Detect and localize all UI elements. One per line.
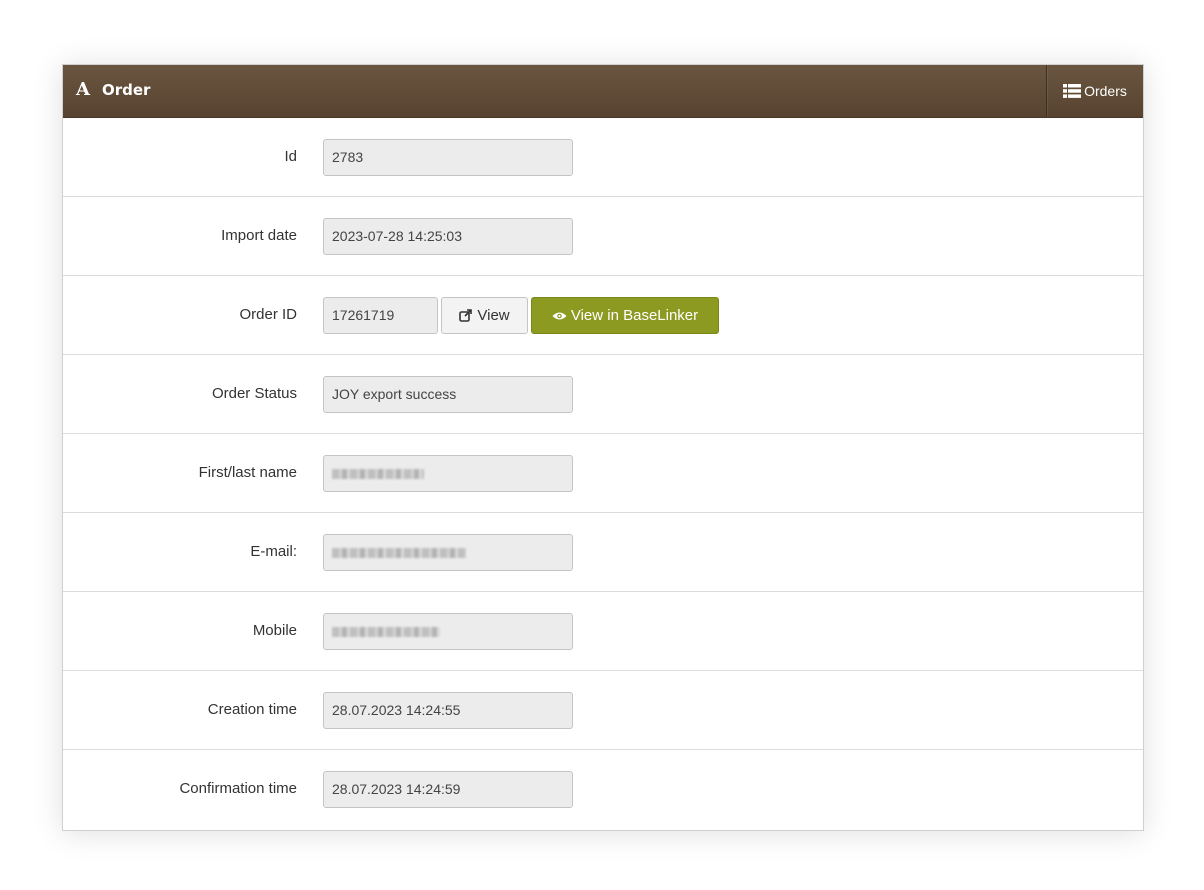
redacted-value (332, 627, 440, 638)
field-label-order-status: Order Status (211, 385, 297, 402)
name-field[interactable] (323, 455, 573, 492)
panel-header: A Order Orders (63, 65, 1143, 118)
confirmation-time-field[interactable]: 28.07.2023 14:24:59 (323, 771, 573, 808)
import-date-field[interactable]: 2023-07-28 14:25:03 (323, 218, 573, 255)
redacted-value (332, 469, 424, 480)
eye-icon (552, 311, 567, 321)
view-in-baselinker-button[interactable]: View in BaseLinker (531, 297, 719, 334)
field-label-import-date: Import date (221, 227, 297, 244)
field-label-confirmation-time: Confirmation time (179, 780, 297, 797)
view-button-label: View (477, 307, 510, 324)
field-label-name: First/last name (198, 464, 297, 481)
order-id-field[interactable]: 17261719 (323, 297, 438, 334)
view-button[interactable]: View (441, 297, 528, 334)
field-row-confirmation-time: Confirmation time 28.07.2023 14:24:59 (63, 750, 1143, 829)
field-row-name: First/last name (63, 434, 1143, 513)
field-row-import-date: Import date 2023-07-28 14:25:03 (63, 197, 1143, 276)
field-label-creation-time: Creation time (207, 701, 297, 718)
creation-time-field[interactable]: 28.07.2023 14:24:55 (323, 692, 573, 729)
list-icon (1063, 84, 1082, 98)
field-row-id: Id 2783 (63, 118, 1143, 197)
orders-button-label: Orders (1084, 83, 1127, 99)
id-field[interactable]: 2783 (323, 139, 573, 176)
field-row-order-id: Order ID 17261719 View View in BaseLinke… (63, 276, 1143, 355)
email-field[interactable] (323, 534, 573, 571)
external-link-icon (459, 309, 473, 322)
font-letter-icon: A (76, 79, 90, 100)
field-label-mobile: Mobile (252, 622, 297, 639)
field-row-creation-time: Creation time 28.07.2023 14:24:55 (63, 671, 1143, 750)
orders-button[interactable]: Orders (1046, 65, 1143, 117)
field-row-email: E-mail: (63, 513, 1143, 592)
field-row-mobile: Mobile (63, 592, 1143, 671)
redacted-value (332, 548, 466, 559)
order-fields: Id 2783 Import date 2023-07-28 14:25:03 … (63, 118, 1143, 829)
mobile-field[interactable] (323, 613, 573, 650)
field-row-order-status: Order Status JOY export success (63, 355, 1143, 434)
order-panel: A Order Orders Id 2783 Import date 2023-… (62, 64, 1144, 831)
field-label-email: E-mail: (250, 543, 297, 560)
order-status-field[interactable]: JOY export success (323, 376, 573, 413)
view-in-baselinker-label: View in BaseLinker (570, 307, 699, 324)
field-label-id: Id (284, 148, 297, 165)
page-title: Order (102, 81, 151, 99)
field-label-order-id: Order ID (239, 306, 297, 323)
